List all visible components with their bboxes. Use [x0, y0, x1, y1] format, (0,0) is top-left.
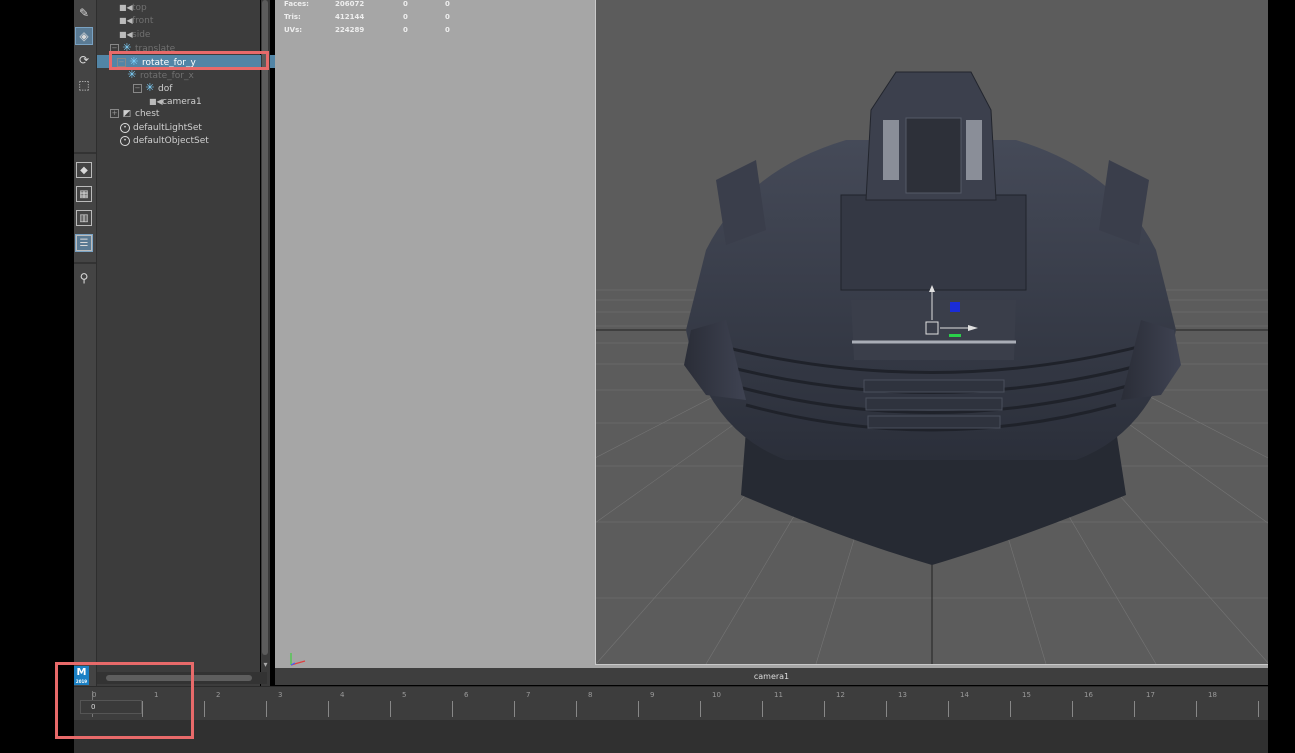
- two-view-icon[interactable]: ▥: [76, 210, 92, 226]
- frame-label: 18: [1208, 691, 1217, 699]
- frame-label: 2: [216, 691, 221, 699]
- hud-tris-value: 412144: [335, 13, 365, 21]
- transform-star-icon: ✳: [145, 81, 155, 94]
- camera-icon: ■◀: [119, 16, 133, 25]
- tool-strip: ✎ ◈ ⟳ ⬚ ◆ ▦ ▥ ☰ ⚲: [74, 0, 97, 686]
- collapse-icon[interactable]: −: [133, 84, 142, 93]
- camera-icon: ■◀: [119, 3, 133, 12]
- hud-tris-label: Tris:: [284, 13, 301, 21]
- frame-label: 8: [588, 691, 593, 699]
- hud-faces-label: Faces:: [284, 0, 309, 8]
- hud-uvs-value: 0: [445, 26, 450, 34]
- camera-name-label: camera1: [275, 668, 1268, 685]
- outliner-item-front[interactable]: ■◀front: [97, 14, 282, 27]
- tool-separator: [74, 262, 96, 264]
- frame-label: 16: [1084, 691, 1093, 699]
- hud-tris-value: 0: [445, 13, 450, 21]
- outliner-item-top[interactable]: ■◀top: [97, 1, 282, 14]
- paint-brush-icon[interactable]: ✎: [76, 5, 92, 21]
- outliner-scrollbar-thumb[interactable]: [262, 0, 268, 655]
- frame-label: 4: [340, 691, 345, 699]
- frame-label: 13: [898, 691, 907, 699]
- scroll-down-arrow-icon[interactable]: ▾: [261, 660, 270, 670]
- hud-faces-value: 0: [403, 0, 408, 8]
- frame-label: 10: [712, 691, 721, 699]
- set-icon: •: [120, 135, 130, 146]
- highlight-annotation-frame: [55, 662, 194, 739]
- search-icon[interactable]: ⚲: [76, 270, 92, 286]
- time-slider[interactable]: 0 1 2 3 4 5 6 7 8 9 10 11 12 13 14 15 16…: [74, 686, 1268, 721]
- move-tool-icon[interactable]: ◈: [75, 27, 93, 45]
- frame-label: 11: [774, 691, 783, 699]
- highlight-annotation-outliner: [109, 51, 269, 70]
- hud-uvs-label: UVs:: [284, 26, 303, 34]
- screen-edge: [1268, 0, 1295, 753]
- camera-icon: ■◀: [119, 30, 133, 39]
- outliner-item-side[interactable]: ■◀side: [97, 28, 282, 41]
- mesh-icon: ◩: [122, 109, 132, 119]
- z-axis-handle[interactable]: [950, 302, 960, 312]
- frame-label: 17: [1146, 691, 1155, 699]
- tool-separator: [74, 152, 96, 154]
- scene-render: [596, 71, 1268, 664]
- viewport-panel[interactable]: Faces: 206072 0 0 Tris: 412144 0 0 UVs: …: [275, 0, 1268, 668]
- range-slider[interactable]: [74, 720, 1268, 753]
- hud-tris-value: 0: [403, 13, 408, 21]
- single-view-icon[interactable]: ◆: [76, 162, 92, 178]
- hud-faces-value: 0: [445, 0, 450, 8]
- outliner-panel: ■◀top ■◀front ■◀side − ✳ translate − ✳ rotat…: [97, 0, 280, 686]
- frame-label: 12: [836, 691, 845, 699]
- rotate-tool-icon[interactable]: ⟳: [76, 52, 92, 68]
- outliner-layout-icon[interactable]: ☰: [75, 234, 93, 252]
- outliner-item-default-object-set[interactable]: • defaultObjectSet: [97, 135, 283, 148]
- hud-uvs-value: 0: [403, 26, 408, 34]
- frame-label: 14: [960, 691, 969, 699]
- outliner-item-chest[interactable]: + ◩ chest: [97, 108, 273, 121]
- axis-gizmo-icon: [290, 653, 306, 666]
- camera-resolution-gate: [595, 0, 1268, 665]
- four-view-icon[interactable]: ▦: [76, 186, 92, 202]
- set-icon: •: [120, 122, 130, 133]
- frame-label: 9: [650, 691, 655, 699]
- expand-icon[interactable]: +: [110, 109, 119, 118]
- frame-label: 6: [464, 691, 469, 699]
- outliner-item-default-light-set[interactable]: • defaultLightSet: [97, 122, 283, 135]
- camera-icon: ■◀: [149, 97, 163, 106]
- scale-tool-icon[interactable]: ⬚: [76, 77, 92, 93]
- hud-faces-value: 206072: [335, 0, 365, 8]
- frame-label: 3: [278, 691, 283, 699]
- frame-label: 7: [526, 691, 531, 699]
- y-axis-handle[interactable]: [949, 334, 961, 337]
- frame-label: 5: [402, 691, 407, 699]
- hud-uvs-value: 224289: [335, 26, 365, 34]
- frame-label: 15: [1022, 691, 1031, 699]
